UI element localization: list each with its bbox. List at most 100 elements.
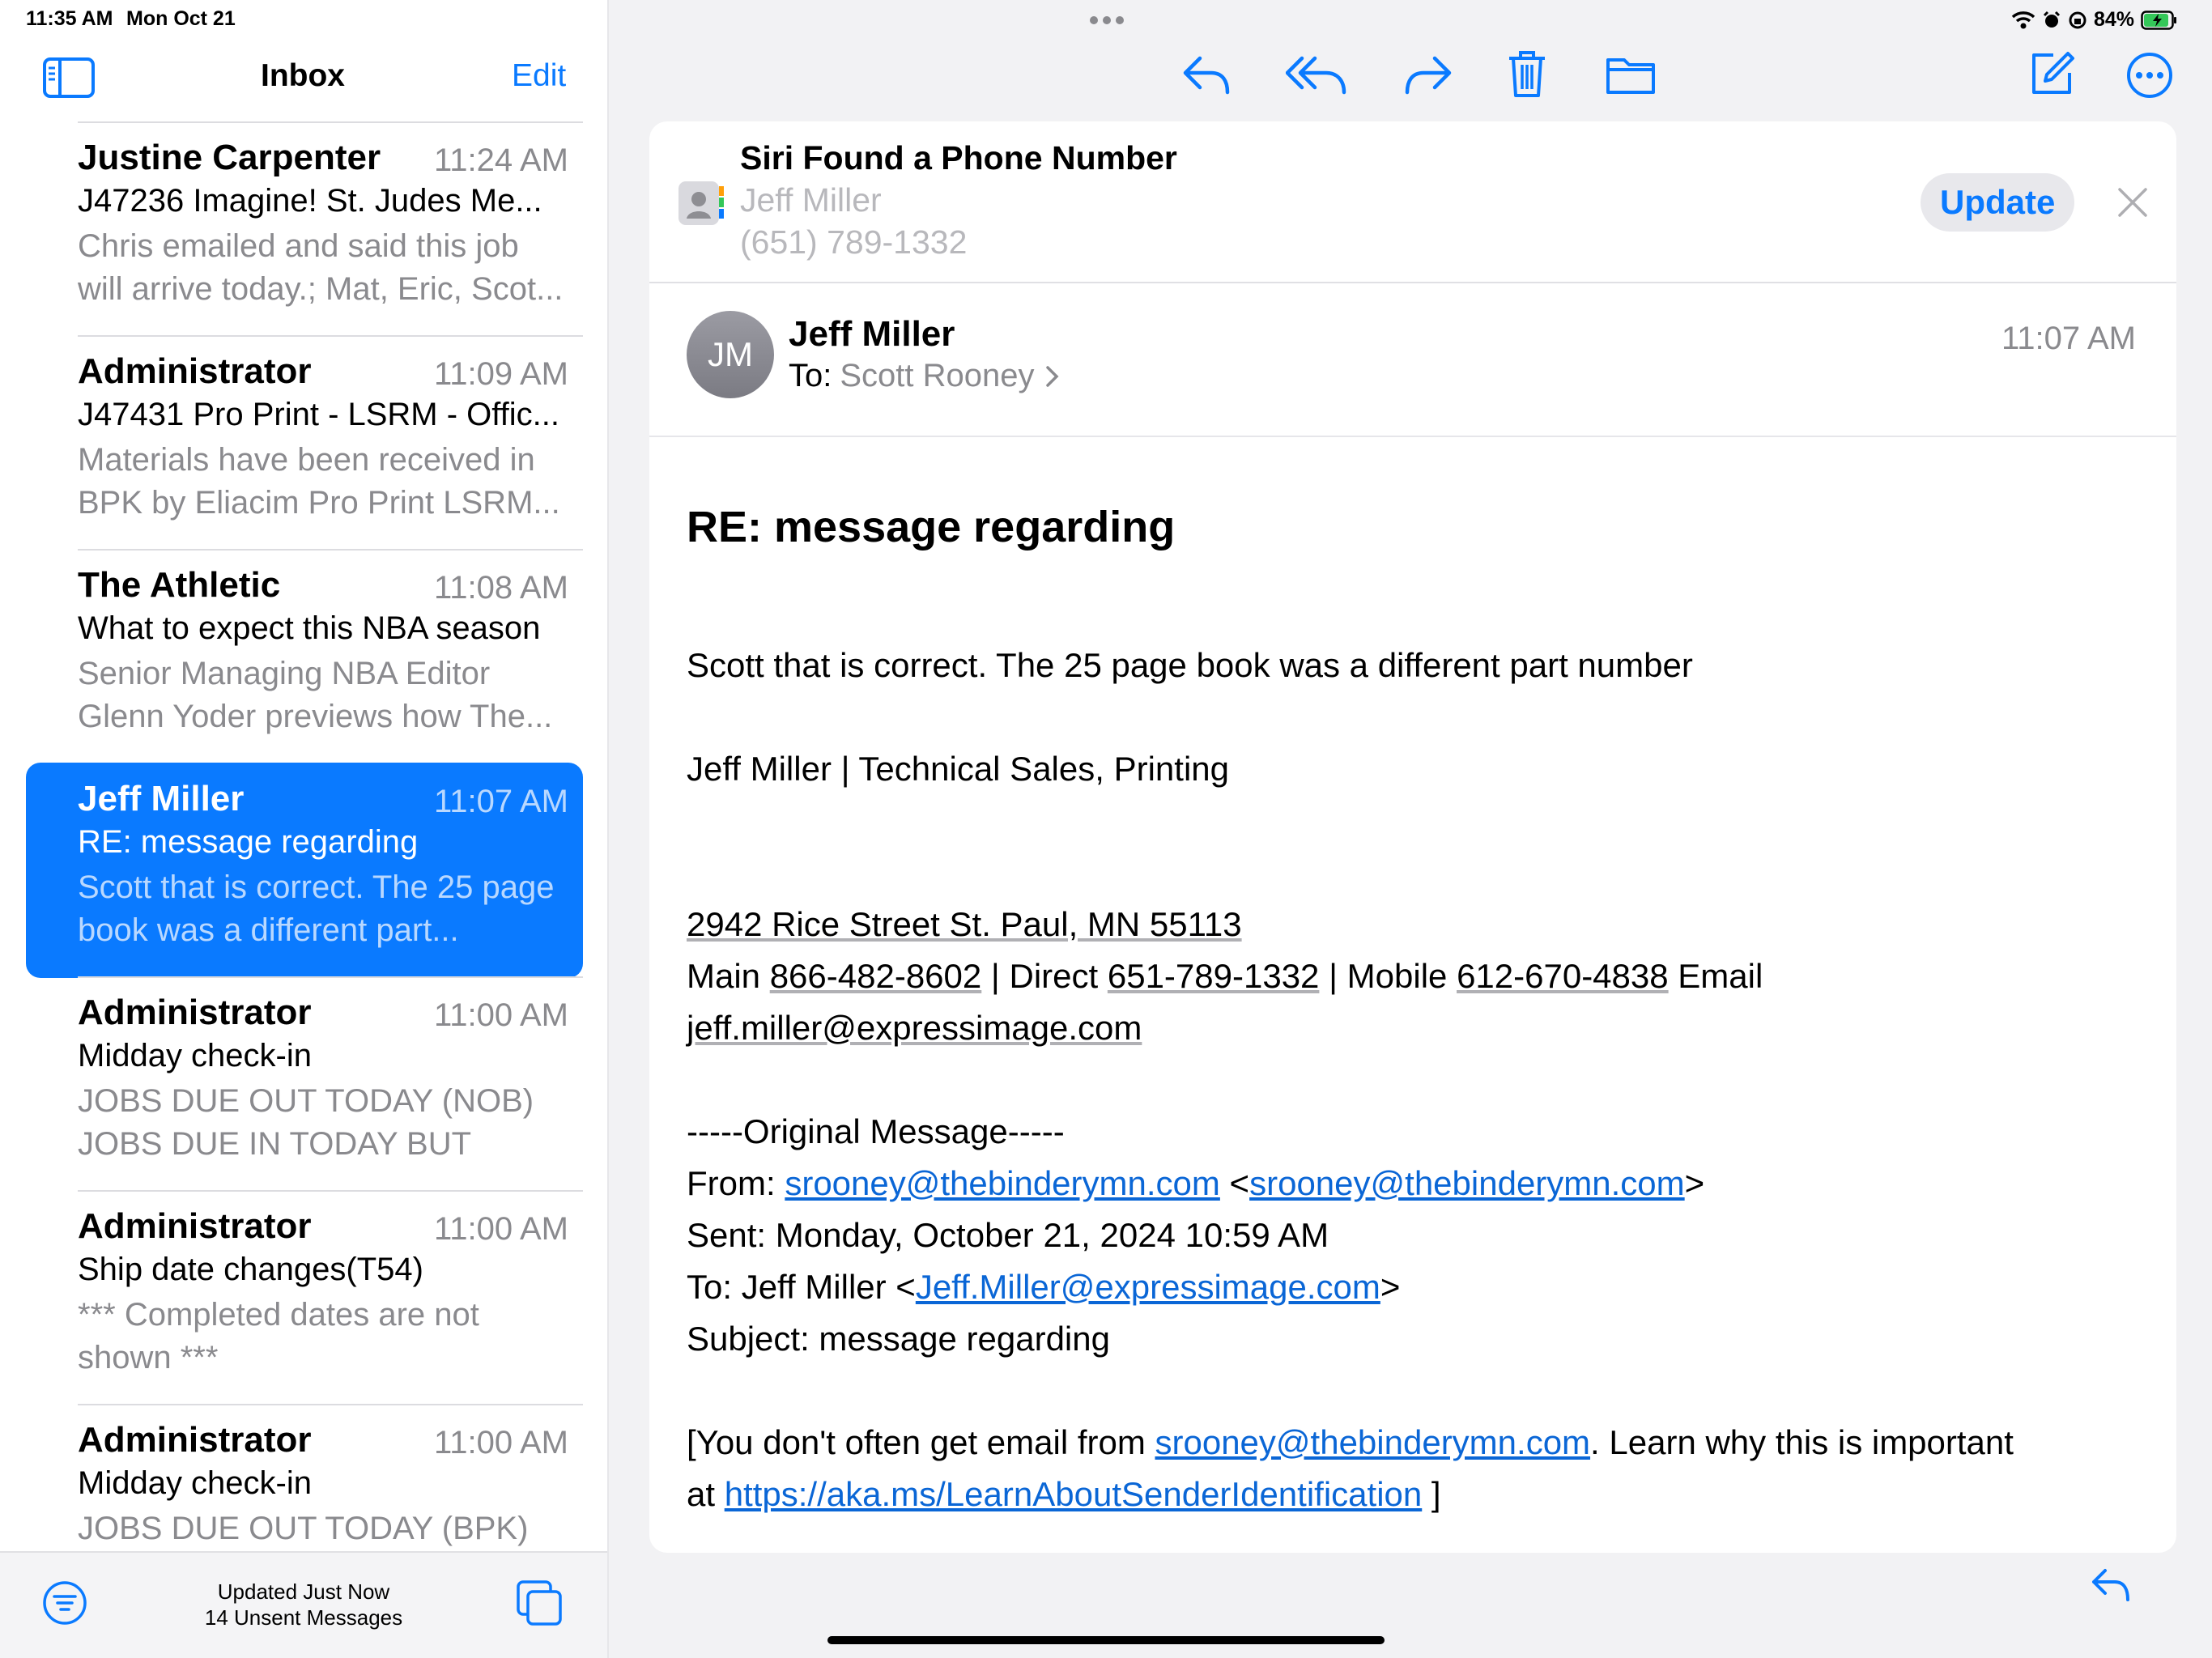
edit-button[interactable]: Edit xyxy=(512,58,566,94)
recipient-name: Scott Rooney xyxy=(840,358,1035,393)
main-phone-link[interactable]: 866-482-8602 xyxy=(770,957,982,995)
stacked-windows-icon xyxy=(517,1580,562,1626)
message-sender: Administrator xyxy=(78,1420,312,1460)
close-icon xyxy=(2118,188,2147,217)
message-list-item[interactable]: Administrator 11:09 AM J47431 Pro Print - … xyxy=(26,335,583,551)
row-separator xyxy=(78,121,583,123)
message-preview: *** Completed dates are not shown *** xyxy=(78,1297,479,1375)
email-body-line: Scott that is correct. The 25 page book … xyxy=(687,646,1693,684)
message-preview: JOBS DUE OUT TODAY (BPK) xyxy=(78,1511,529,1546)
battery-charging-icon xyxy=(2141,10,2177,30)
message-sender: Justine Carpenter xyxy=(78,138,381,177)
sender-warning-line-1: [You don't often get email from srooney@… xyxy=(687,1423,2014,1462)
message-list-item[interactable]: Administrator 11:00 AM Midday check-in JOBS… xyxy=(26,976,583,1192)
more-options-button[interactable] xyxy=(2126,52,2173,99)
message-preview: Scott that is correct. The 25 page book … xyxy=(78,869,555,948)
trash-button[interactable] xyxy=(1506,49,1548,99)
original-subject-line: Subject: message regarding xyxy=(687,1320,1110,1358)
main-label: Main xyxy=(687,957,770,995)
drafts-button[interactable] xyxy=(515,1579,564,1627)
warning-text-2: . Learn why this is important xyxy=(1590,1423,2014,1461)
siri-title: Siri Found a Phone Number xyxy=(740,139,1177,176)
message-list-item[interactable]: Jeff Miller 11:07 AM RE: message regarding… xyxy=(26,763,583,978)
compose-button[interactable] xyxy=(2029,50,2076,97)
message-preview: Chris emailed and said this job will arr… xyxy=(78,228,564,307)
message-subject: Ship date changes(T54) xyxy=(78,1252,423,1287)
status-right: 84% xyxy=(2011,8,2178,32)
contact-card-icon xyxy=(677,180,724,227)
phone-numbers-line: Main 866-482-8602 | Direct 651-789-1332 … xyxy=(687,957,1763,996)
forward-button[interactable] xyxy=(1404,52,1453,97)
message-list-item[interactable]: Justine Carpenter 11:24 AM J47236 Imagine!… xyxy=(26,121,583,337)
battery-percent: 84% xyxy=(2094,8,2135,31)
message-time: 11:24 AM xyxy=(433,142,568,178)
forward-icon xyxy=(1405,56,1452,95)
message-list-item[interactable]: Administrator 11:00 AM Ship date changes(T… xyxy=(26,1190,583,1405)
sidebar-icon xyxy=(43,57,95,98)
sender-avatar[interactable]: JM xyxy=(687,311,774,398)
original-from-link[interactable]: srooney@thebinderymn.com xyxy=(785,1164,1220,1202)
original-sent-line: Sent: Monday, October 21, 2024 10:59 AM xyxy=(687,1216,1329,1254)
email-card: Siri Found a Phone Number Jeff Miller (6… xyxy=(649,121,2176,1553)
row-separator xyxy=(78,549,583,551)
original-to-link[interactable]: Jeff.Miller@expressimage.com xyxy=(916,1268,1380,1306)
unsent-count-text: 14 Unsent Messages xyxy=(204,1605,403,1630)
address-link[interactable]: 2942 Rice Street St. Paul, MN 55113 xyxy=(687,905,1242,944)
learn-about-link[interactable]: https://aka.ms/LearnAboutSenderIdentific… xyxy=(725,1475,1423,1513)
email-subject: RE: message regarding xyxy=(687,503,1176,551)
status-date: Mon Oct 21 xyxy=(126,7,236,30)
message-time: 11:09 AM xyxy=(433,356,568,392)
message-sender: Administrator xyxy=(78,1206,312,1246)
sender-name[interactable]: Jeff Miller xyxy=(789,314,955,355)
bottom-reply-button[interactable] xyxy=(2091,1566,2131,1605)
message-time: 11:00 AM xyxy=(433,1425,568,1460)
message-preview: Senior Managing NBA Editor Glenn Yoder p… xyxy=(78,656,553,734)
siri-suggestion-banner: Siri Found a Phone Number Jeff Miller (6… xyxy=(649,121,2176,283)
message-subject: J47431 Pro Print - LSRM - Offic... xyxy=(78,397,560,432)
reply-all-icon xyxy=(1286,56,1346,95)
to-label: To: xyxy=(789,358,832,393)
filter-button[interactable] xyxy=(42,1580,87,1626)
signature-email-link[interactable]: jeff.miller@expressimage.com xyxy=(687,1009,1142,1048)
multitasking-dots-icon[interactable] xyxy=(1088,15,1125,26)
status-time: 11:35 AM xyxy=(26,7,113,30)
to-label-original: To: Jeff Miller < xyxy=(687,1268,916,1306)
compose-icon xyxy=(2032,52,2074,94)
reply-icon xyxy=(2092,1569,2129,1601)
message-list-item[interactable]: The Athletic 11:08 AM What to expect this … xyxy=(26,549,583,764)
dismiss-banner-button[interactable] xyxy=(2116,186,2149,219)
message-time: 11:00 AM xyxy=(433,997,568,1033)
row-separator xyxy=(78,1190,583,1192)
reply-button[interactable] xyxy=(1182,52,1231,97)
warning-sender-link[interactable]: srooney@thebinderymn.com xyxy=(1155,1423,1590,1461)
email-label: Email xyxy=(1668,957,1763,995)
mobile-label: | Mobile xyxy=(1319,957,1457,995)
chevron-right-icon xyxy=(1045,365,1058,387)
message-sender: Administrator xyxy=(78,993,312,1032)
recipient-line[interactable]: To: Scott Rooney xyxy=(789,358,1061,394)
folder-icon xyxy=(1606,58,1655,94)
email-time: 11:07 AM xyxy=(2001,321,2136,356)
mailbox-sidebar: 11:35 AM Mon Oct 21 Inbox Edit Justine C… xyxy=(0,0,609,1658)
original-from-link-2[interactable]: srooney@thebinderymn.com xyxy=(1249,1164,1685,1202)
update-contact-button[interactable]: Update xyxy=(1921,173,2075,232)
direct-phone-link[interactable]: 651-789-1332 xyxy=(1108,957,1320,995)
message-list: Justine Carpenter 11:24 AM J47236 Imagine!… xyxy=(0,121,609,1551)
original-message-header: -----Original Message----- xyxy=(687,1112,1065,1150)
home-indicator[interactable] xyxy=(827,1636,1385,1644)
message-subject: J47236 Imagine! St. Judes Me... xyxy=(78,183,542,219)
siri-phone-number: (651) 789-1332 xyxy=(740,223,968,261)
reply-all-button[interactable] xyxy=(1286,52,1347,97)
move-to-folder-button[interactable] xyxy=(1605,53,1657,96)
message-time: 11:00 AM xyxy=(433,1211,568,1247)
message-list-item[interactable]: Administrator 11:00 AM Midday check-in JOBS… xyxy=(26,1404,583,1551)
warning-at: at xyxy=(687,1475,725,1513)
message-subject: RE: message regarding xyxy=(78,824,419,860)
mobile-phone-link[interactable]: 612-670-4838 xyxy=(1457,957,1669,995)
email-signature: Jeff Miller | Technical Sales, Printing xyxy=(687,750,1229,788)
bracket-close-to: > xyxy=(1380,1268,1401,1306)
reply-icon xyxy=(1183,56,1230,95)
ellipsis-circle-icon xyxy=(2127,53,2172,98)
message-sender: Administrator xyxy=(78,351,312,391)
sidebar-toggle-button[interactable] xyxy=(42,57,96,99)
